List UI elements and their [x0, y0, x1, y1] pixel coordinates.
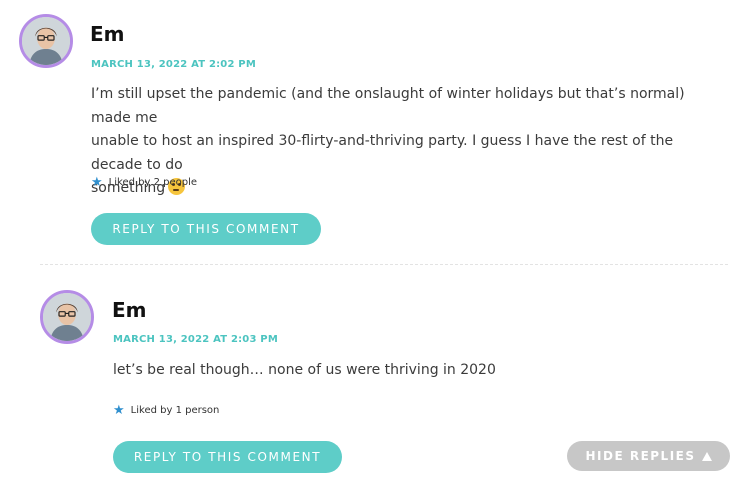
- comment-date-link[interactable]: MARCH 13, 2022 AT 2:03 PM: [113, 334, 278, 345]
- comment-author[interactable]: Em: [112, 298, 147, 322]
- comment-body-line: I’m still upset the pandemic (and the on…: [91, 86, 685, 126]
- hide-replies-label: HIDE REPLIES: [585, 449, 696, 463]
- star-icon: ★: [113, 403, 125, 418]
- likes-text[interactable]: Liked by 2 people: [109, 177, 197, 188]
- comment-body-line: let’s be real though… none of us were th…: [113, 362, 496, 378]
- comment-date-link[interactable]: MARCH 13, 2022 AT 2:02 PM: [91, 59, 256, 70]
- avatar[interactable]: [19, 14, 73, 68]
- hide-replies-button[interactable]: HIDE REPLIES: [567, 441, 730, 471]
- avatar[interactable]: [40, 290, 94, 344]
- comment-author[interactable]: Em: [90, 22, 125, 46]
- likes-text[interactable]: Liked by 1 person: [131, 405, 220, 416]
- comment-body: let’s be real though… none of us were th…: [113, 359, 713, 383]
- triangle-up-icon: [701, 451, 712, 461]
- reply-button[interactable]: REPLY TO THIS COMMENT: [91, 213, 321, 245]
- reply-button[interactable]: REPLY TO THIS COMMENT: [113, 441, 342, 473]
- avatar-photo: [22, 17, 70, 65]
- star-icon: ★: [91, 175, 103, 190]
- comment-body-line: unable to host an inspired 30-flirty-and…: [91, 133, 674, 173]
- likes-line: ★ Liked by 2 people: [91, 176, 197, 189]
- comment-divider: [40, 264, 728, 265]
- avatar-photo: [43, 293, 91, 341]
- likes-line: ★ Liked by 1 person: [113, 404, 219, 417]
